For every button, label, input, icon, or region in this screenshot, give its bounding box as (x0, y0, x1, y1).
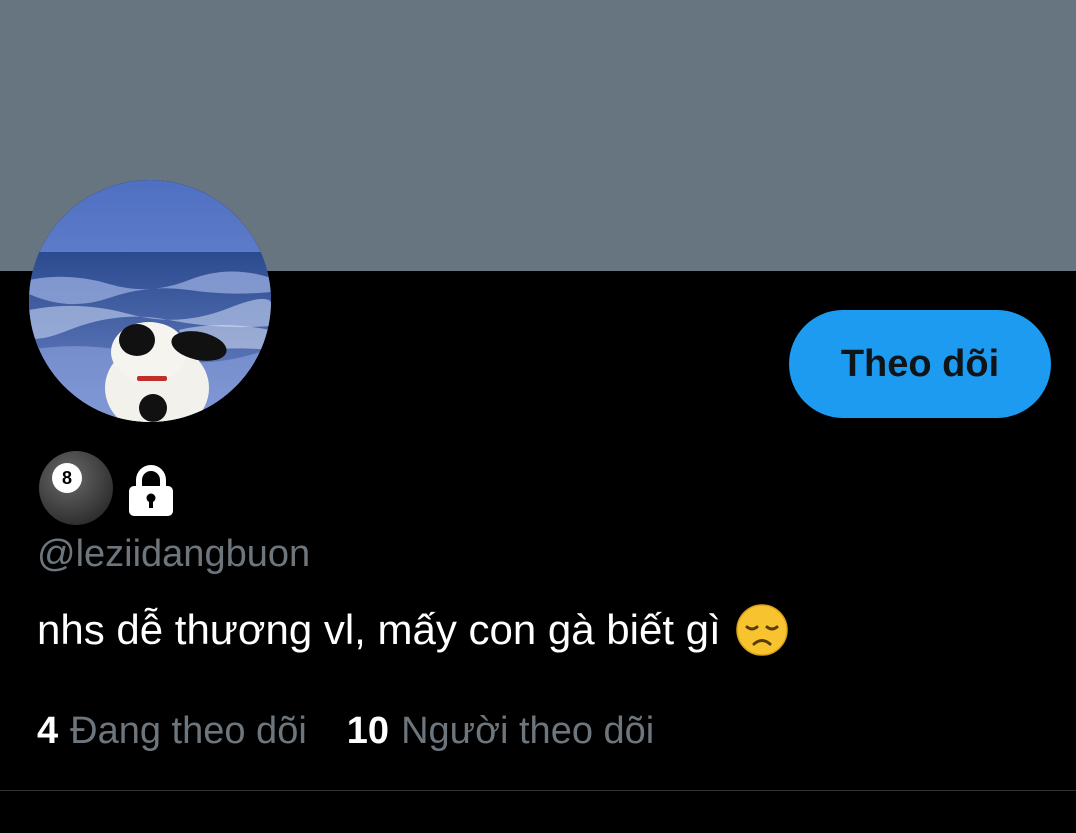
following-label: Đang theo dõi (70, 710, 307, 752)
following-stat[interactable]: 4 Đang theo dõi (37, 706, 307, 756)
lock-icon (129, 465, 173, 516)
followers-count: 10 (346, 710, 390, 752)
profile-bio: nhs dễ thương vl, mấy con gà biết gì (37, 602, 789, 658)
profile-stats: 4 Đang theo dõi 10 Người theo dõi (37, 706, 694, 756)
divider (0, 790, 1076, 791)
avatar-image (29, 180, 271, 422)
display-name: 8 (38, 450, 176, 526)
follow-button[interactable]: Theo dõi (789, 310, 1051, 418)
svg-text:8: 8 (62, 468, 72, 488)
disappointed-face-icon (735, 604, 788, 656)
8-ball-icon: 8 (39, 451, 113, 525)
bio-text: nhs dễ thương vl, mấy con gà biết gì (37, 606, 721, 653)
avatar[interactable] (29, 180, 271, 422)
following-count: 4 (37, 710, 59, 752)
profile-handle: @leziidangbuon (37, 533, 311, 575)
followers-stat[interactable]: 10 Người theo dõi (347, 706, 654, 756)
followers-label: Người theo dõi (401, 710, 655, 752)
